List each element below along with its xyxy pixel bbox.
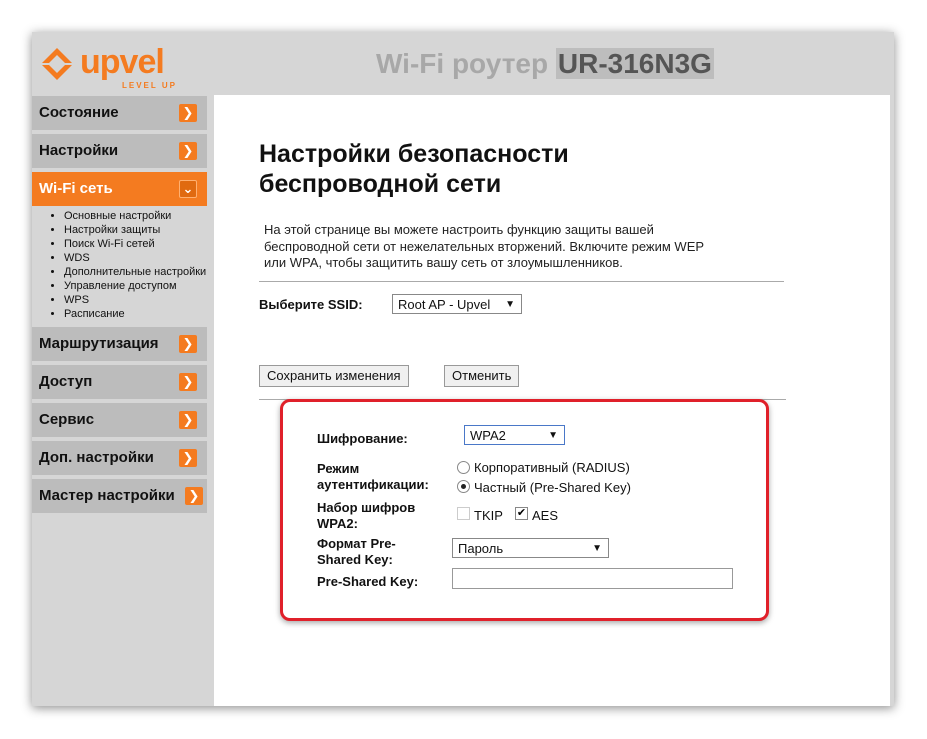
page-title: Настройки безопасности беспроводной сети xyxy=(259,139,679,199)
chevron-right-icon: ❯ xyxy=(179,411,197,429)
chevron-down-icon: ⌄ xyxy=(179,180,197,198)
aes-label: AES xyxy=(532,508,559,523)
submenu-item-basic[interactable]: Основные настройки xyxy=(64,209,207,223)
submenu-item-wds[interactable]: WDS xyxy=(64,251,207,265)
sidebar-item-label: Wi-Fi сеть xyxy=(39,180,113,197)
logo-wordmark: upvel xyxy=(80,43,165,81)
submenu-item-access-control[interactable]: Управление доступом xyxy=(64,279,207,293)
sidebar-item-service[interactable]: Сервис ❯ xyxy=(32,403,207,441)
description-line: На этой странице вы можете настроить фун… xyxy=(264,222,654,237)
save-button[interactable]: Сохранить изменения xyxy=(259,365,409,387)
sidebar: Состояние ❯ Настройки ❯ Wi-Fi сеть ⌄ Осн… xyxy=(32,96,207,517)
submenu-item-site-survey[interactable]: Поиск Wi-Fi сетей xyxy=(64,237,207,251)
auth-mode-label: Режим аутентификации: xyxy=(317,461,429,493)
psk-format-label-line: Формат Pre- xyxy=(317,536,396,551)
cipher-suite-label-line: WPA2: xyxy=(317,516,358,531)
sidebar-item-label: Мастер настройки xyxy=(39,487,175,504)
logo-tagline: LEVEL UP xyxy=(122,81,177,90)
psk-label: Pre-Shared Key: xyxy=(317,574,419,589)
sidebar-item-status[interactable]: Состояние ❯ xyxy=(32,96,207,134)
router-admin-window: upvel LEVEL UP Wi-Fi роутер UR-316N3G Со… xyxy=(32,32,894,706)
auth-enterprise-radio[interactable] xyxy=(457,461,470,474)
ssid-select[interactable]: Root AP - Upvel ▼ xyxy=(392,294,522,314)
sidebar-item-label: Состояние xyxy=(39,104,119,121)
psk-format-select-value: Пароль xyxy=(458,541,504,556)
chevron-right-icon: ❯ xyxy=(179,449,197,467)
dropdown-arrow-icon: ▼ xyxy=(548,430,558,441)
chevron-right-icon: ❯ xyxy=(179,373,197,391)
aes-checkbox[interactable]: ✔ xyxy=(515,507,528,520)
main-content: Настройки безопасности беспроводной сети… xyxy=(214,95,890,706)
sidebar-item-access[interactable]: Доступ ❯ xyxy=(32,365,207,403)
psk-format-label-line: Shared Key: xyxy=(317,552,393,567)
description-line: беспроводной сети от нежелательных вторж… xyxy=(264,238,705,254)
sidebar-item-label: Доп. настройки xyxy=(39,449,154,466)
wireless-security-panel: Шифрование: WPA2 ▼ Режим аутентификации:… xyxy=(280,399,769,621)
submenu-item-wps[interactable]: WPS xyxy=(64,293,207,307)
chevron-right-icon: ❯ xyxy=(185,487,203,505)
chevron-right-icon: ❯ xyxy=(179,142,197,160)
router-title-text: Wi-Fi роутер xyxy=(376,48,549,79)
submenu-item-security[interactable]: Настройки защиты xyxy=(64,223,207,237)
dropdown-arrow-icon: ▼ xyxy=(505,299,515,310)
router-title: Wi-Fi роутер UR-316N3G xyxy=(376,46,714,82)
dropdown-arrow-icon: ▼ xyxy=(592,543,602,554)
cipher-suite-label-line: Набор шифров xyxy=(317,500,416,515)
divider xyxy=(259,281,784,282)
submenu-item-schedule[interactable]: Расписание xyxy=(64,307,207,321)
auth-personal-label: Частный (Pre-Shared Key) xyxy=(474,480,631,495)
ssid-select-value: Root AP - Upvel xyxy=(398,297,491,312)
psk-format-label: Формат Pre- Shared Key: xyxy=(317,536,396,568)
submenu-item-advanced[interactable]: Дополнительные настройки xyxy=(64,265,207,279)
page-title-line: Настройки безопасности xyxy=(259,140,569,168)
auth-mode-label-line: аутентификации: xyxy=(317,477,429,492)
sidebar-item-settings[interactable]: Настройки ❯ xyxy=(32,134,207,172)
sidebar-item-routing[interactable]: Маршрутизация ❯ xyxy=(32,327,207,365)
sidebar-item-label: Сервис xyxy=(39,411,95,428)
sidebar-item-extra-settings[interactable]: Доп. настройки ❯ xyxy=(32,441,207,479)
chevron-right-icon: ❯ xyxy=(179,335,197,353)
upvel-logo: upvel LEVEL UP xyxy=(38,42,188,90)
psk-format-select[interactable]: Пароль ▼ xyxy=(452,538,609,558)
encryption-label: Шифрование: xyxy=(317,431,408,446)
sidebar-item-wifi[interactable]: Wi-Fi сеть ⌄ xyxy=(32,172,207,206)
sidebar-item-label: Маршрутизация xyxy=(39,335,159,352)
tkip-checkbox[interactable] xyxy=(457,507,470,520)
router-model: UR-316N3G xyxy=(555,48,714,79)
page-title-line: беспроводной сети xyxy=(259,170,502,198)
cancel-button[interactable]: Отменить xyxy=(444,365,520,387)
encryption-select-value: WPA2 xyxy=(470,428,506,443)
chevron-right-icon: ❯ xyxy=(179,104,197,122)
ssid-label: Выберите SSID: xyxy=(259,297,363,312)
psk-input[interactable] xyxy=(452,568,733,589)
sidebar-item-label: Доступ xyxy=(39,373,93,390)
wifi-submenu: Основные настройки Настройки защиты Поис… xyxy=(32,206,207,327)
cipher-suite-label: Набор шифров WPA2: xyxy=(317,500,415,532)
auth-personal-radio[interactable] xyxy=(457,480,470,493)
page-description: На этой странице вы можете настроить фун… xyxy=(264,222,764,272)
auth-mode-label-line: Режим xyxy=(317,461,360,476)
auth-enterprise-label: Корпоративный (RADIUS) xyxy=(474,460,630,475)
description-line: или WPA, чтобы защитить вашу сеть от зло… xyxy=(264,255,623,270)
upvel-logo-icon xyxy=(42,48,72,80)
sidebar-item-setup-wizard[interactable]: Мастер настройки ❯ xyxy=(32,479,207,517)
sidebar-item-label: Настройки xyxy=(39,142,119,159)
encryption-select[interactable]: WPA2 ▼ xyxy=(464,425,565,445)
tkip-label: TKIP xyxy=(474,508,503,523)
